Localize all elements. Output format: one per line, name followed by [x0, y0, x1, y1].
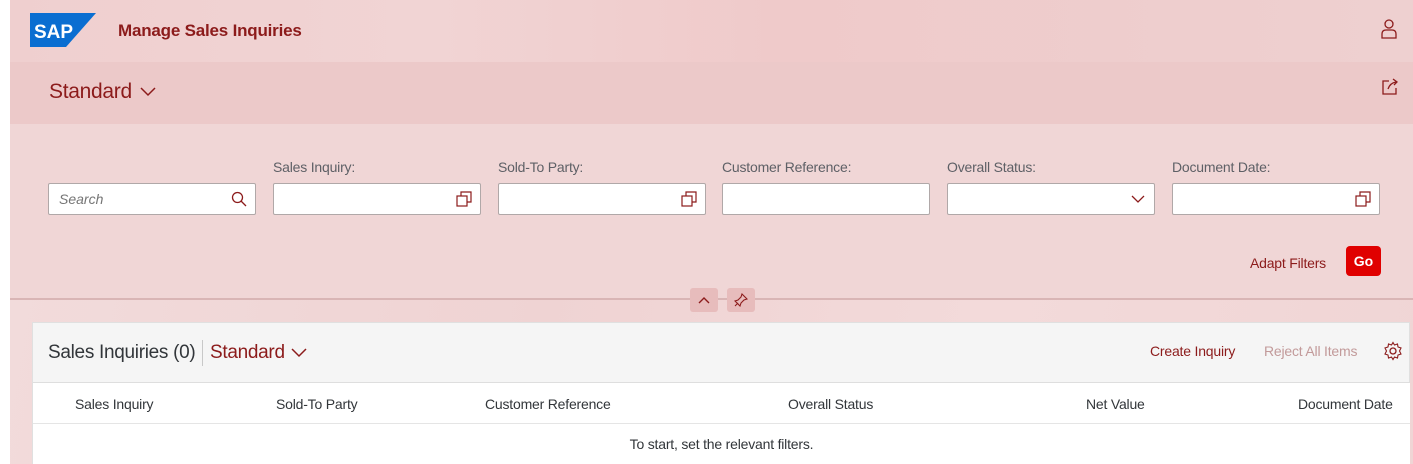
chevron-up-icon	[698, 297, 710, 304]
reject-all-items-button[interactable]: Reject All Items	[1264, 343, 1357, 359]
search-field[interactable]	[48, 183, 256, 215]
pin-icon	[734, 293, 748, 307]
person-icon[interactable]	[1381, 19, 1397, 39]
gear-icon[interactable]	[1383, 341, 1403, 361]
pin-header-button[interactable]	[727, 288, 755, 312]
go-button[interactable]: Go	[1346, 246, 1381, 276]
table-title: Sales Inquiries (0)	[48, 342, 196, 363]
search-input[interactable]	[49, 184, 255, 214]
value-help-icon[interactable]	[1355, 191, 1371, 207]
create-inquiry-button[interactable]: Create Inquiry	[1150, 343, 1235, 359]
variant-selector[interactable]: Standard	[49, 80, 156, 104]
column-header-overall-status[interactable]: Overall Status	[788, 396, 873, 412]
chevron-down-icon	[140, 87, 156, 97]
sap-logo-text: SAP	[34, 22, 73, 43]
app-title: Manage Sales Inquiries	[118, 21, 302, 40]
column-header-sold-to-party[interactable]: Sold-To Party	[276, 396, 358, 412]
column-header-sales-inquiry[interactable]: Sales Inquiry	[75, 396, 154, 412]
no-data-text: To start, set the relevant filters.	[629, 436, 814, 452]
collapse-header-button[interactable]	[690, 288, 718, 312]
customer-reference-label: Customer Reference:	[722, 159, 852, 175]
overall-status-label: Overall Status:	[947, 159, 1036, 175]
chevron-down-icon[interactable]	[1130, 191, 1146, 207]
title-separator	[202, 340, 203, 366]
table-header	[33, 382, 1410, 424]
column-header-document-date[interactable]: Document Date	[1298, 396, 1393, 412]
search-icon[interactable]	[231, 191, 247, 207]
sold-to-party-field[interactable]	[498, 183, 706, 215]
sold-to-party-label: Sold-To Party:	[498, 159, 584, 175]
adapt-filters-button[interactable]: Adapt Filters	[1250, 255, 1326, 271]
chevron-down-icon	[291, 348, 307, 358]
sales-inquiry-label: Sales Inquiry:	[273, 159, 356, 175]
variant-label: Standard	[49, 80, 132, 103]
share-icon[interactable]	[1381, 78, 1399, 96]
sap-logo[interactable]: SAP	[30, 13, 96, 47]
customer-reference-field[interactable]	[722, 183, 930, 215]
value-help-icon[interactable]	[681, 191, 697, 207]
document-date-label: Document Date:	[1172, 159, 1271, 175]
overall-status-select[interactable]	[947, 183, 1155, 215]
column-header-customer-reference[interactable]: Customer Reference	[485, 396, 611, 412]
dynamic-page-header	[10, 62, 1413, 124]
column-header-net-value[interactable]: Net Value	[1086, 396, 1145, 412]
table-variant-selector[interactable]: Standard	[210, 342, 307, 364]
document-date-field[interactable]	[1172, 183, 1380, 215]
table-variant-label: Standard	[210, 342, 285, 363]
value-help-icon[interactable]	[456, 191, 472, 207]
left-margin	[0, 0, 10, 464]
sales-inquiry-field[interactable]	[273, 183, 481, 215]
